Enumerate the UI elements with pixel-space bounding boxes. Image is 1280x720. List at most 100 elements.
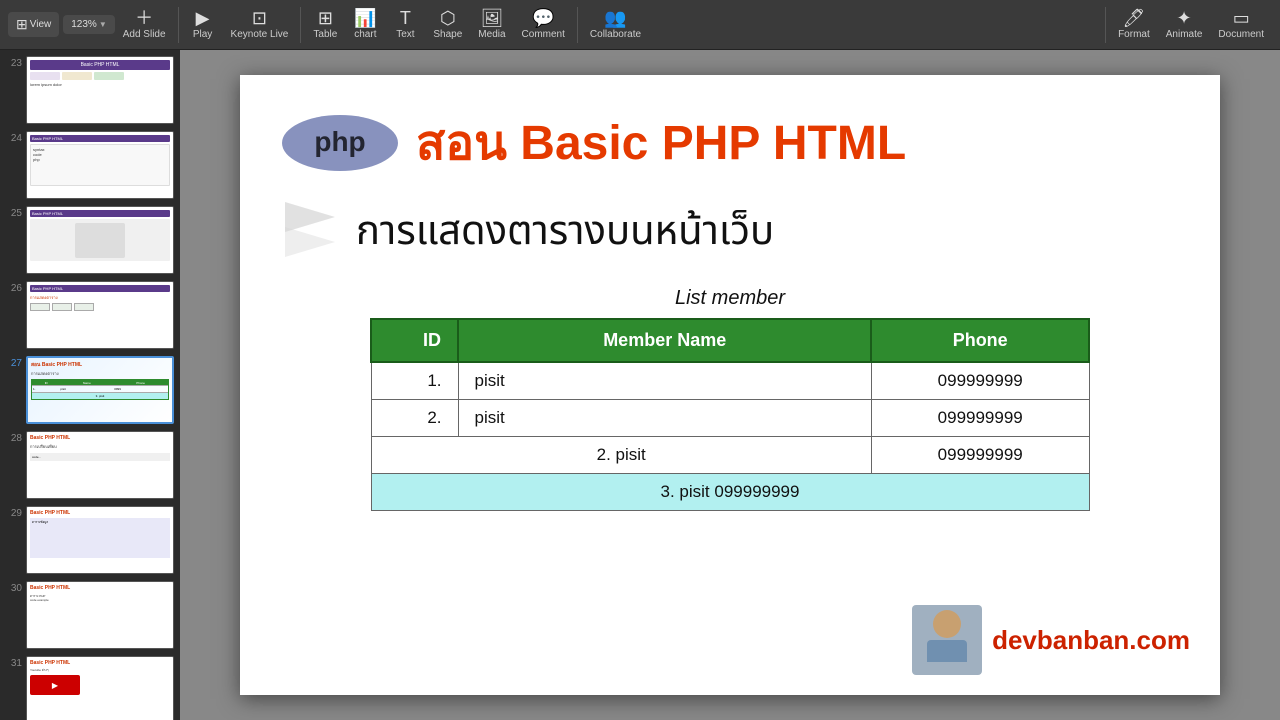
text-button[interactable]: T Text (385, 5, 425, 44)
comment-label: Comment (522, 29, 565, 40)
media-label: Media (478, 29, 505, 40)
separator-2 (300, 7, 301, 43)
watermark: devbanban.com (912, 605, 1190, 675)
table-row: 2. pisit 099999999 (371, 437, 1089, 474)
table-header-row: ID Member Name Phone (371, 319, 1089, 362)
shape-label: Shape (433, 29, 462, 40)
table-row-highlight: 3. pisit 099999999 (371, 474, 1089, 511)
avatar (912, 605, 982, 675)
slide-thumb-30[interactable]: 30 Basic PHP HTML ตาราง PHPcode example (4, 579, 176, 651)
cell-phone-1: 099999999 (871, 362, 1089, 400)
avatar-head (933, 610, 961, 638)
chart-icon: 📊 (354, 9, 376, 27)
collaborate-button[interactable]: 👥 Collaborate (582, 5, 649, 44)
cell-name-1: pisit (458, 362, 871, 400)
table-icon: ⊞ (318, 9, 333, 27)
slide-preview-24: Basic PHP HTML syntaxcodephp (26, 131, 174, 199)
zoom-label: 123% (71, 19, 97, 30)
slide-thumb-26[interactable]: 26 Basic PHP HTML การแสดงตาราง (4, 279, 176, 351)
format-label: Format (1118, 29, 1150, 40)
play-button[interactable]: ▶ Play (183, 5, 223, 44)
slide-num-31: 31 (6, 656, 22, 669)
slide-preview-28: Basic PHP HTML การเปรียบเทียบ code... (26, 431, 174, 499)
add-slide-button[interactable]: ＋ Add Slide (115, 5, 174, 44)
separator-1 (178, 7, 179, 43)
cell-name-2: pisit (458, 400, 871, 437)
animate-label: Animate (1166, 29, 1203, 40)
toolbar: ⊞ View 123% ▼ ＋ Add Slide ▶ Play ⊡ Keyno… (0, 0, 1280, 50)
slide-num-29: 29 (6, 506, 22, 519)
text-label: Text (396, 29, 414, 40)
avatar-figure (917, 610, 977, 670)
slide-thumb-31[interactable]: 31 Basic PHP HTML Youtube ต่างๆ ▶ (4, 654, 176, 720)
document-label: Document (1218, 29, 1264, 40)
view-button[interactable]: ⊞ View (8, 12, 59, 37)
comment-icon: 💬 (532, 9, 554, 27)
view-label: View (30, 19, 52, 30)
slide-preview-27: สอน Basic PHP HTML การแสดงตาราง ID Name … (26, 356, 174, 424)
slide-thumb-24[interactable]: 24 Basic PHP HTML syntaxcodephp (4, 129, 176, 201)
shape-button[interactable]: ⬡ Shape (425, 5, 470, 44)
slide-title-row: php สอน Basic PHP HTML (280, 105, 1180, 181)
document-button[interactable]: ▭ Document (1210, 5, 1272, 44)
slide-preview-25: Basic PHP HTML (26, 206, 174, 274)
play-label: Play (193, 29, 212, 40)
cell-id-2: 2. (371, 400, 458, 437)
format-button[interactable]: 🖊 Format (1110, 5, 1158, 44)
slide-title-thai: สอน Basic PHP HTML (416, 117, 906, 170)
php-logo: php (280, 113, 400, 173)
svg-text:php: php (314, 126, 365, 157)
play-icon: ▶ (196, 9, 210, 27)
separator-4 (1105, 7, 1106, 43)
comment-button[interactable]: 💬 Comment (514, 5, 573, 44)
keynote-live-button[interactable]: ⊡ Keynote Live (223, 5, 297, 44)
slide-27: php สอน Basic PHP HTML การแสดงตารางบนหน้… (240, 75, 1220, 695)
separator-3 (577, 7, 578, 43)
keynote-live-label: Keynote Live (231, 29, 289, 40)
text-icon: T (400, 9, 411, 27)
slide-thumb-27[interactable]: 27 สอน Basic PHP HTML การแสดงตาราง ID Na… (4, 354, 176, 426)
col-header-name: Member Name (458, 319, 871, 362)
table-row: 2. pisit 099999999 (371, 400, 1089, 437)
slide-num-27: 27 (6, 356, 22, 369)
zoom-button[interactable]: 123% ▼ (63, 15, 115, 34)
thai-subtitle-row: การแสดงตารางบนหน้าเว็บ (280, 197, 1180, 267)
format-icon: 🖊 (1122, 9, 1145, 27)
slide-thumb-25[interactable]: 25 Basic PHP HTML (4, 204, 176, 276)
slide-canvas: php สอน Basic PHP HTML การแสดงตารางบนหน้… (180, 50, 1280, 720)
media-icon: 🖼 (480, 9, 503, 27)
cell-merged-3: 2. pisit (371, 437, 871, 474)
collaborate-label: Collaborate (590, 29, 641, 40)
avatar-body (927, 640, 967, 662)
add-slide-icon: ＋ (135, 9, 153, 27)
slide-title-text: สอน Basic PHP HTML (416, 105, 906, 181)
keynote-live-icon: ⊡ (252, 9, 267, 27)
slide-preview-23: Basic PHP HTML lorem ipsum dolor (26, 56, 174, 124)
table-row: 1. pisit 099999999 (371, 362, 1089, 400)
slides-sidebar: 23 Basic PHP HTML lorem ipsum dolor 24 (0, 50, 180, 720)
slide-num-26: 26 (6, 281, 22, 294)
cell-id-1: 1. (371, 362, 458, 400)
shape-icon: ⬡ (440, 9, 456, 27)
watermark-text: devbanban.com (992, 625, 1190, 656)
table-button[interactable]: ⊞ Table (305, 5, 345, 44)
table-label: Table (313, 29, 337, 40)
col-header-phone: Phone (871, 319, 1089, 362)
thai-subtitle-text: การแสดงตารางบนหน้าเว็บ (356, 202, 774, 262)
play-arrow-icon (280, 197, 340, 267)
slide-num-30: 30 (6, 581, 22, 594)
media-button[interactable]: 🖼 Media (470, 5, 513, 44)
cell-phone-2: 099999999 (871, 400, 1089, 437)
slide-num-25: 25 (6, 206, 22, 219)
toolbar-right: 🖊 Format ✦ Animate ▭ Document (1101, 5, 1272, 44)
slide-thumb-29[interactable]: 29 Basic PHP HTML ตารางข้อมูล (4, 504, 176, 576)
slide-thumb-23[interactable]: 23 Basic PHP HTML lorem ipsum dolor (4, 54, 176, 126)
slide-num-28: 28 (6, 431, 22, 444)
animate-icon: ✦ (1177, 9, 1192, 27)
animate-button[interactable]: ✦ Animate (1158, 5, 1211, 44)
slide-thumb-28[interactable]: 28 Basic PHP HTML การเปรียบเทียบ code... (4, 429, 176, 501)
main-area: 23 Basic PHP HTML lorem ipsum dolor 24 (0, 50, 1280, 720)
slide-preview-30: Basic PHP HTML ตาราง PHPcode example (26, 581, 174, 649)
slide-preview-29: Basic PHP HTML ตารางข้อมูล (26, 506, 174, 574)
chart-button[interactable]: 📊 chart (345, 5, 385, 44)
